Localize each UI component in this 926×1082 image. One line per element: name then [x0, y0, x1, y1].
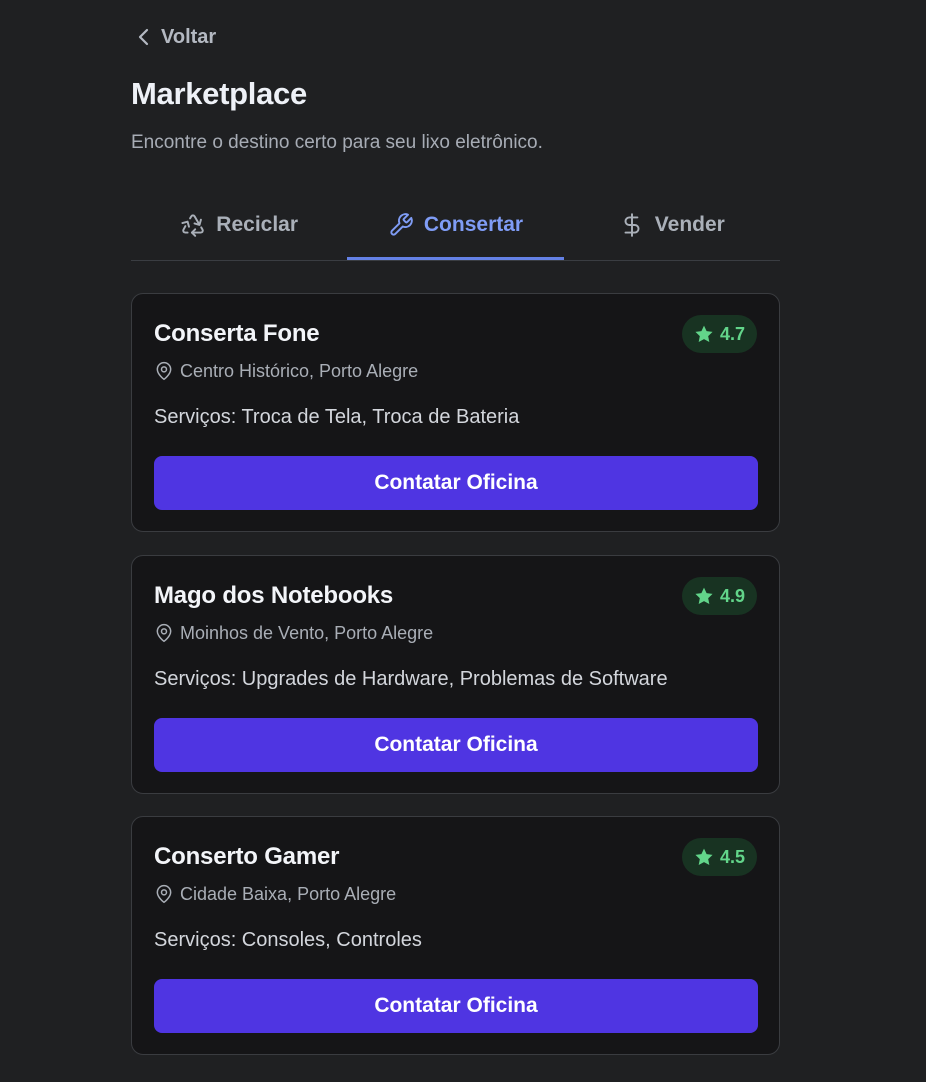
- marketplace-page: Voltar Marketplace Encontre o destino ce…: [0, 0, 926, 1082]
- rating-value: 4.9: [719, 585, 745, 606]
- rating-value: 4.5: [719, 846, 745, 867]
- rating-badge: 4.5: [681, 838, 757, 876]
- contact-workshop-button[interactable]: Contatar Oficina: [154, 456, 758, 510]
- shop-location: Centro Histórico, Porto Alegre: [154, 360, 418, 382]
- location-text: Moinhos de Vento, Porto Alegre: [180, 622, 434, 643]
- tab-reciclar[interactable]: Reciclar: [131, 192, 347, 258]
- rating-badge: 4.9: [681, 577, 757, 615]
- shop-card: Conserta Fone 4.7 Centro Histórico, Port…: [131, 293, 780, 532]
- shop-services: Serviços: Upgrades de Hardware, Problema…: [154, 668, 668, 690]
- shop-name: Conserta Fone: [154, 320, 320, 347]
- back-label: Voltar: [161, 25, 217, 48]
- star-icon: [695, 325, 713, 342]
- back-button[interactable]: Voltar: [137, 24, 216, 50]
- shop-location: Moinhos de Vento, Porto Alegre: [154, 622, 433, 644]
- page-subtitle: Encontre o destino certo para seu lixo e…: [131, 132, 543, 153]
- wrench-icon: [390, 213, 413, 236]
- location-text: Cidade Baixa, Porto Alegre: [180, 883, 397, 904]
- contact-workshop-button[interactable]: Contatar Oficina: [154, 718, 758, 772]
- tab-consertar[interactable]: Consertar: [347, 192, 564, 260]
- page-title: Marketplace: [131, 76, 307, 111]
- shop-card: Mago dos Notebooks 4.9 Moinhos de Vento,…: [131, 555, 780, 794]
- tab-vender[interactable]: Vender: [564, 192, 780, 258]
- star-icon: [695, 587, 713, 604]
- tab-consertar-label: Consertar: [423, 213, 524, 236]
- map-pin-icon: [156, 361, 172, 381]
- shop-services: Serviços: Troca de Tela, Troca de Bateri…: [154, 406, 520, 428]
- dollar-icon: [624, 213, 640, 237]
- star-icon: [695, 848, 713, 865]
- shop-name: Mago dos Notebooks: [154, 582, 394, 609]
- tab-vender-label: Vender: [654, 213, 725, 236]
- chevron-left-icon: [138, 28, 149, 46]
- rating-value: 4.7: [719, 323, 745, 344]
- location-text: Centro Histórico, Porto Alegre: [180, 360, 419, 381]
- map-pin-icon: [156, 623, 172, 643]
- rating-badge: 4.7: [681, 315, 757, 353]
- recycle-icon: [181, 214, 205, 237]
- shop-services: Serviços: Consoles, Controles: [154, 929, 422, 951]
- shop-name: Conserto Gamer: [154, 843, 340, 870]
- shop-card: Conserto Gamer 4.5 Cidade Baixa, Porto A…: [131, 816, 780, 1055]
- contact-workshop-button[interactable]: Contatar Oficina: [154, 979, 758, 1033]
- shop-location: Cidade Baixa, Porto Alegre: [154, 883, 396, 905]
- tab-bar: Reciclar Consertar Vender: [131, 192, 780, 261]
- map-pin-icon: [156, 884, 172, 904]
- tab-reciclar-label: Reciclar: [216, 213, 299, 236]
